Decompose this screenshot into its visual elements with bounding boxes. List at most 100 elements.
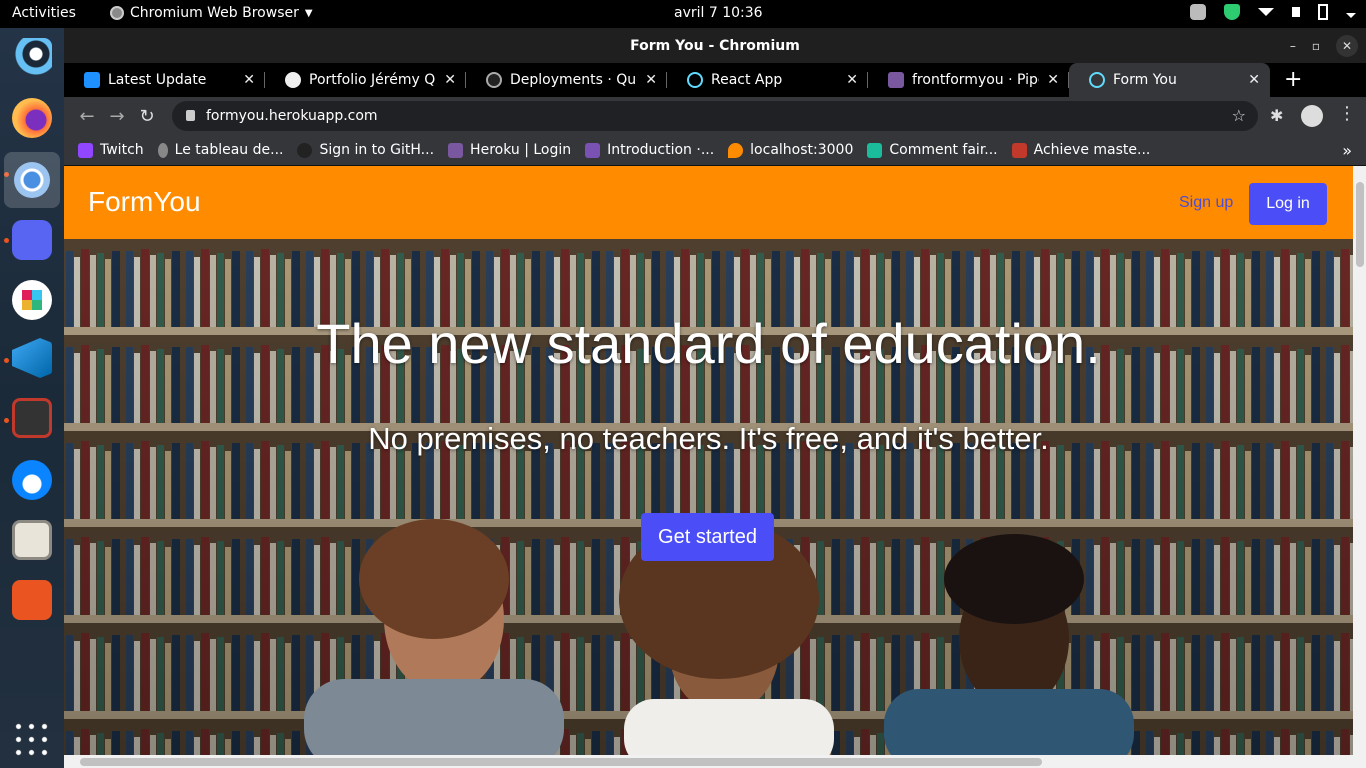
chromium-small-icon	[110, 6, 124, 20]
tab-close-icon[interactable]: ✕	[1047, 72, 1059, 88]
location-pin-icon	[728, 142, 744, 158]
thunderbird-icon[interactable]	[12, 460, 52, 500]
tab-close-icon[interactable]: ✕	[645, 72, 657, 88]
tab-strip: Latest Update ✕ Portfolio Jérémy Qu ✕ De…	[64, 63, 1366, 97]
shield-tray-icon[interactable]	[1224, 4, 1240, 20]
lock-bookmark-icon	[157, 142, 168, 158]
hero-title: The new standard of education.	[316, 312, 1101, 375]
login-button[interactable]: Log in	[1249, 183, 1327, 225]
kebab-menu-icon[interactable]: ⋮	[1338, 103, 1356, 124]
maximize-icon[interactable]: ▫	[1312, 28, 1320, 64]
running-indicator	[4, 358, 9, 363]
bookmark-twitch[interactable]: Twitch	[78, 142, 144, 158]
github-icon	[297, 142, 313, 158]
browser-window: Form You - Chromium – ▫ ✕ Latest Update …	[64, 28, 1366, 768]
volume-icon[interactable]	[1292, 7, 1300, 17]
power-menu-icon[interactable]	[1346, 12, 1356, 18]
window-titlebar[interactable]: Form You - Chromium – ▫ ✕	[64, 28, 1366, 64]
system-tray[interactable]	[1190, 4, 1356, 20]
twitch-icon	[78, 142, 93, 158]
terminal-icon[interactable]	[12, 398, 52, 438]
discord-icon[interactable]	[12, 220, 52, 260]
profile-avatar-icon[interactable]	[1301, 105, 1323, 127]
browser-toolbar: ← → ↻ formyou.herokuapp.com ☆ ✱ ⋮	[64, 97, 1366, 135]
minimize-icon[interactable]: –	[1290, 28, 1296, 64]
activities-button[interactable]: Activities	[12, 5, 76, 21]
close-window-icon[interactable]: ✕	[1336, 35, 1358, 57]
tab-close-icon[interactable]: ✕	[1248, 72, 1260, 88]
bookmark-localhost[interactable]: localhost:3000	[728, 142, 853, 158]
bookmark-heroku[interactable]: Heroku | Login	[448, 142, 571, 158]
back-icon[interactable]: ←	[72, 106, 102, 127]
discord-tray-icon[interactable]	[1190, 4, 1206, 20]
tab-close-icon[interactable]: ✕	[444, 72, 456, 88]
bookmark-star-icon[interactable]: ☆	[1232, 101, 1246, 131]
extensions-icon[interactable]: ✱	[1270, 106, 1283, 125]
tab-form-you[interactable]: Form You ✕	[1069, 63, 1270, 97]
forward-icon[interactable]: →	[102, 106, 132, 127]
bookmark-label: localhost:3000	[750, 142, 854, 158]
tab-favicon-icon	[84, 72, 100, 88]
vscode-icon[interactable]	[12, 338, 52, 378]
bookmark-achieve[interactable]: Achieve maste...	[1011, 142, 1150, 158]
hero-subtitle: No premises, no teachers. It's free, and…	[368, 421, 1049, 456]
site-icon	[1011, 142, 1027, 158]
tab-label: Portfolio Jérémy Qu	[309, 72, 437, 88]
horizontal-scrollbar[interactable]	[64, 755, 1366, 768]
app-menu-label: Chromium Web Browser	[130, 5, 299, 21]
bookmark-comment[interactable]: Comment fair...	[867, 142, 998, 158]
firefox-icon[interactable]	[12, 98, 52, 138]
bookmark-tableau[interactable]: Le tableau de...	[157, 142, 284, 158]
tab-latest-update[interactable]: Latest Update ✕	[64, 63, 265, 97]
caret-down-icon: ▼	[304, 7, 313, 19]
site-icon	[867, 142, 883, 158]
app-grid-icon[interactable]	[12, 720, 52, 760]
tab-close-icon[interactable]: ✕	[243, 72, 255, 88]
running-indicator	[4, 418, 9, 423]
steam-icon[interactable]	[12, 38, 52, 78]
bookmark-label: Le tableau de...	[174, 142, 284, 158]
hero-section: The new standard of education. No premis…	[64, 239, 1353, 755]
tab-react-app[interactable]: React App ✕	[667, 63, 868, 97]
bookmark-bootstrap[interactable]: Introduction ·...	[585, 142, 714, 158]
bookmarks-overflow-icon[interactable]: »	[1342, 141, 1352, 160]
tab-close-icon[interactable]: ✕	[846, 72, 858, 88]
tab-label: React App	[711, 72, 783, 88]
dock	[0, 28, 64, 768]
slack-icon[interactable]	[12, 280, 52, 320]
get-started-button[interactable]: Get started	[641, 513, 774, 561]
tab-label: Latest Update	[108, 72, 207, 88]
signup-link[interactable]: Sign up	[1179, 194, 1233, 212]
address-bar[interactable]: formyou.herokuapp.com ☆	[172, 101, 1258, 131]
reload-icon[interactable]: ↻	[132, 106, 162, 127]
battery-icon[interactable]	[1318, 4, 1328, 20]
chromium-icon[interactable]	[4, 152, 60, 208]
heroku-icon	[448, 142, 464, 158]
vertical-scrollbar[interactable]	[1353, 166, 1366, 755]
clock[interactable]: avril 7 10:36	[674, 5, 763, 21]
software-center-icon[interactable]	[12, 580, 52, 620]
tab-label: Form You	[1113, 72, 1177, 88]
wifi-icon[interactable]	[1258, 8, 1274, 16]
app-menu[interactable]: Chromium Web Browser ▼	[110, 5, 313, 21]
new-tab-icon[interactable]: +	[1270, 63, 1316, 97]
running-indicator	[4, 238, 9, 243]
tab-label: Deployments · Quej	[510, 72, 638, 88]
bookmark-github[interactable]: Sign in to GitH...	[297, 142, 434, 158]
tab-favicon-icon	[285, 72, 301, 88]
heroku-icon	[888, 72, 904, 88]
horizontal-scroll-thumb[interactable]	[80, 758, 1042, 766]
tab-deployments[interactable]: Deployments · Quej ✕	[466, 63, 667, 97]
tab-frontformyou[interactable]: frontformyou · Pipe ✕	[868, 63, 1069, 97]
bootstrap-icon	[585, 142, 601, 158]
github-icon	[486, 72, 502, 88]
lock-icon[interactable]	[186, 110, 195, 121]
site-brand[interactable]: FormYou	[88, 186, 201, 218]
files-icon[interactable]	[12, 520, 52, 560]
bookmark-label: Sign in to GitH...	[319, 142, 435, 158]
tab-portfolio[interactable]: Portfolio Jérémy Qu ✕	[265, 63, 466, 97]
system-top-bar: Activities Chromium Web Browser ▼ avril …	[0, 0, 1366, 28]
bookmark-label: Introduction ·...	[607, 142, 715, 158]
react-icon	[1089, 72, 1105, 88]
vertical-scroll-thumb[interactable]	[1356, 182, 1364, 267]
